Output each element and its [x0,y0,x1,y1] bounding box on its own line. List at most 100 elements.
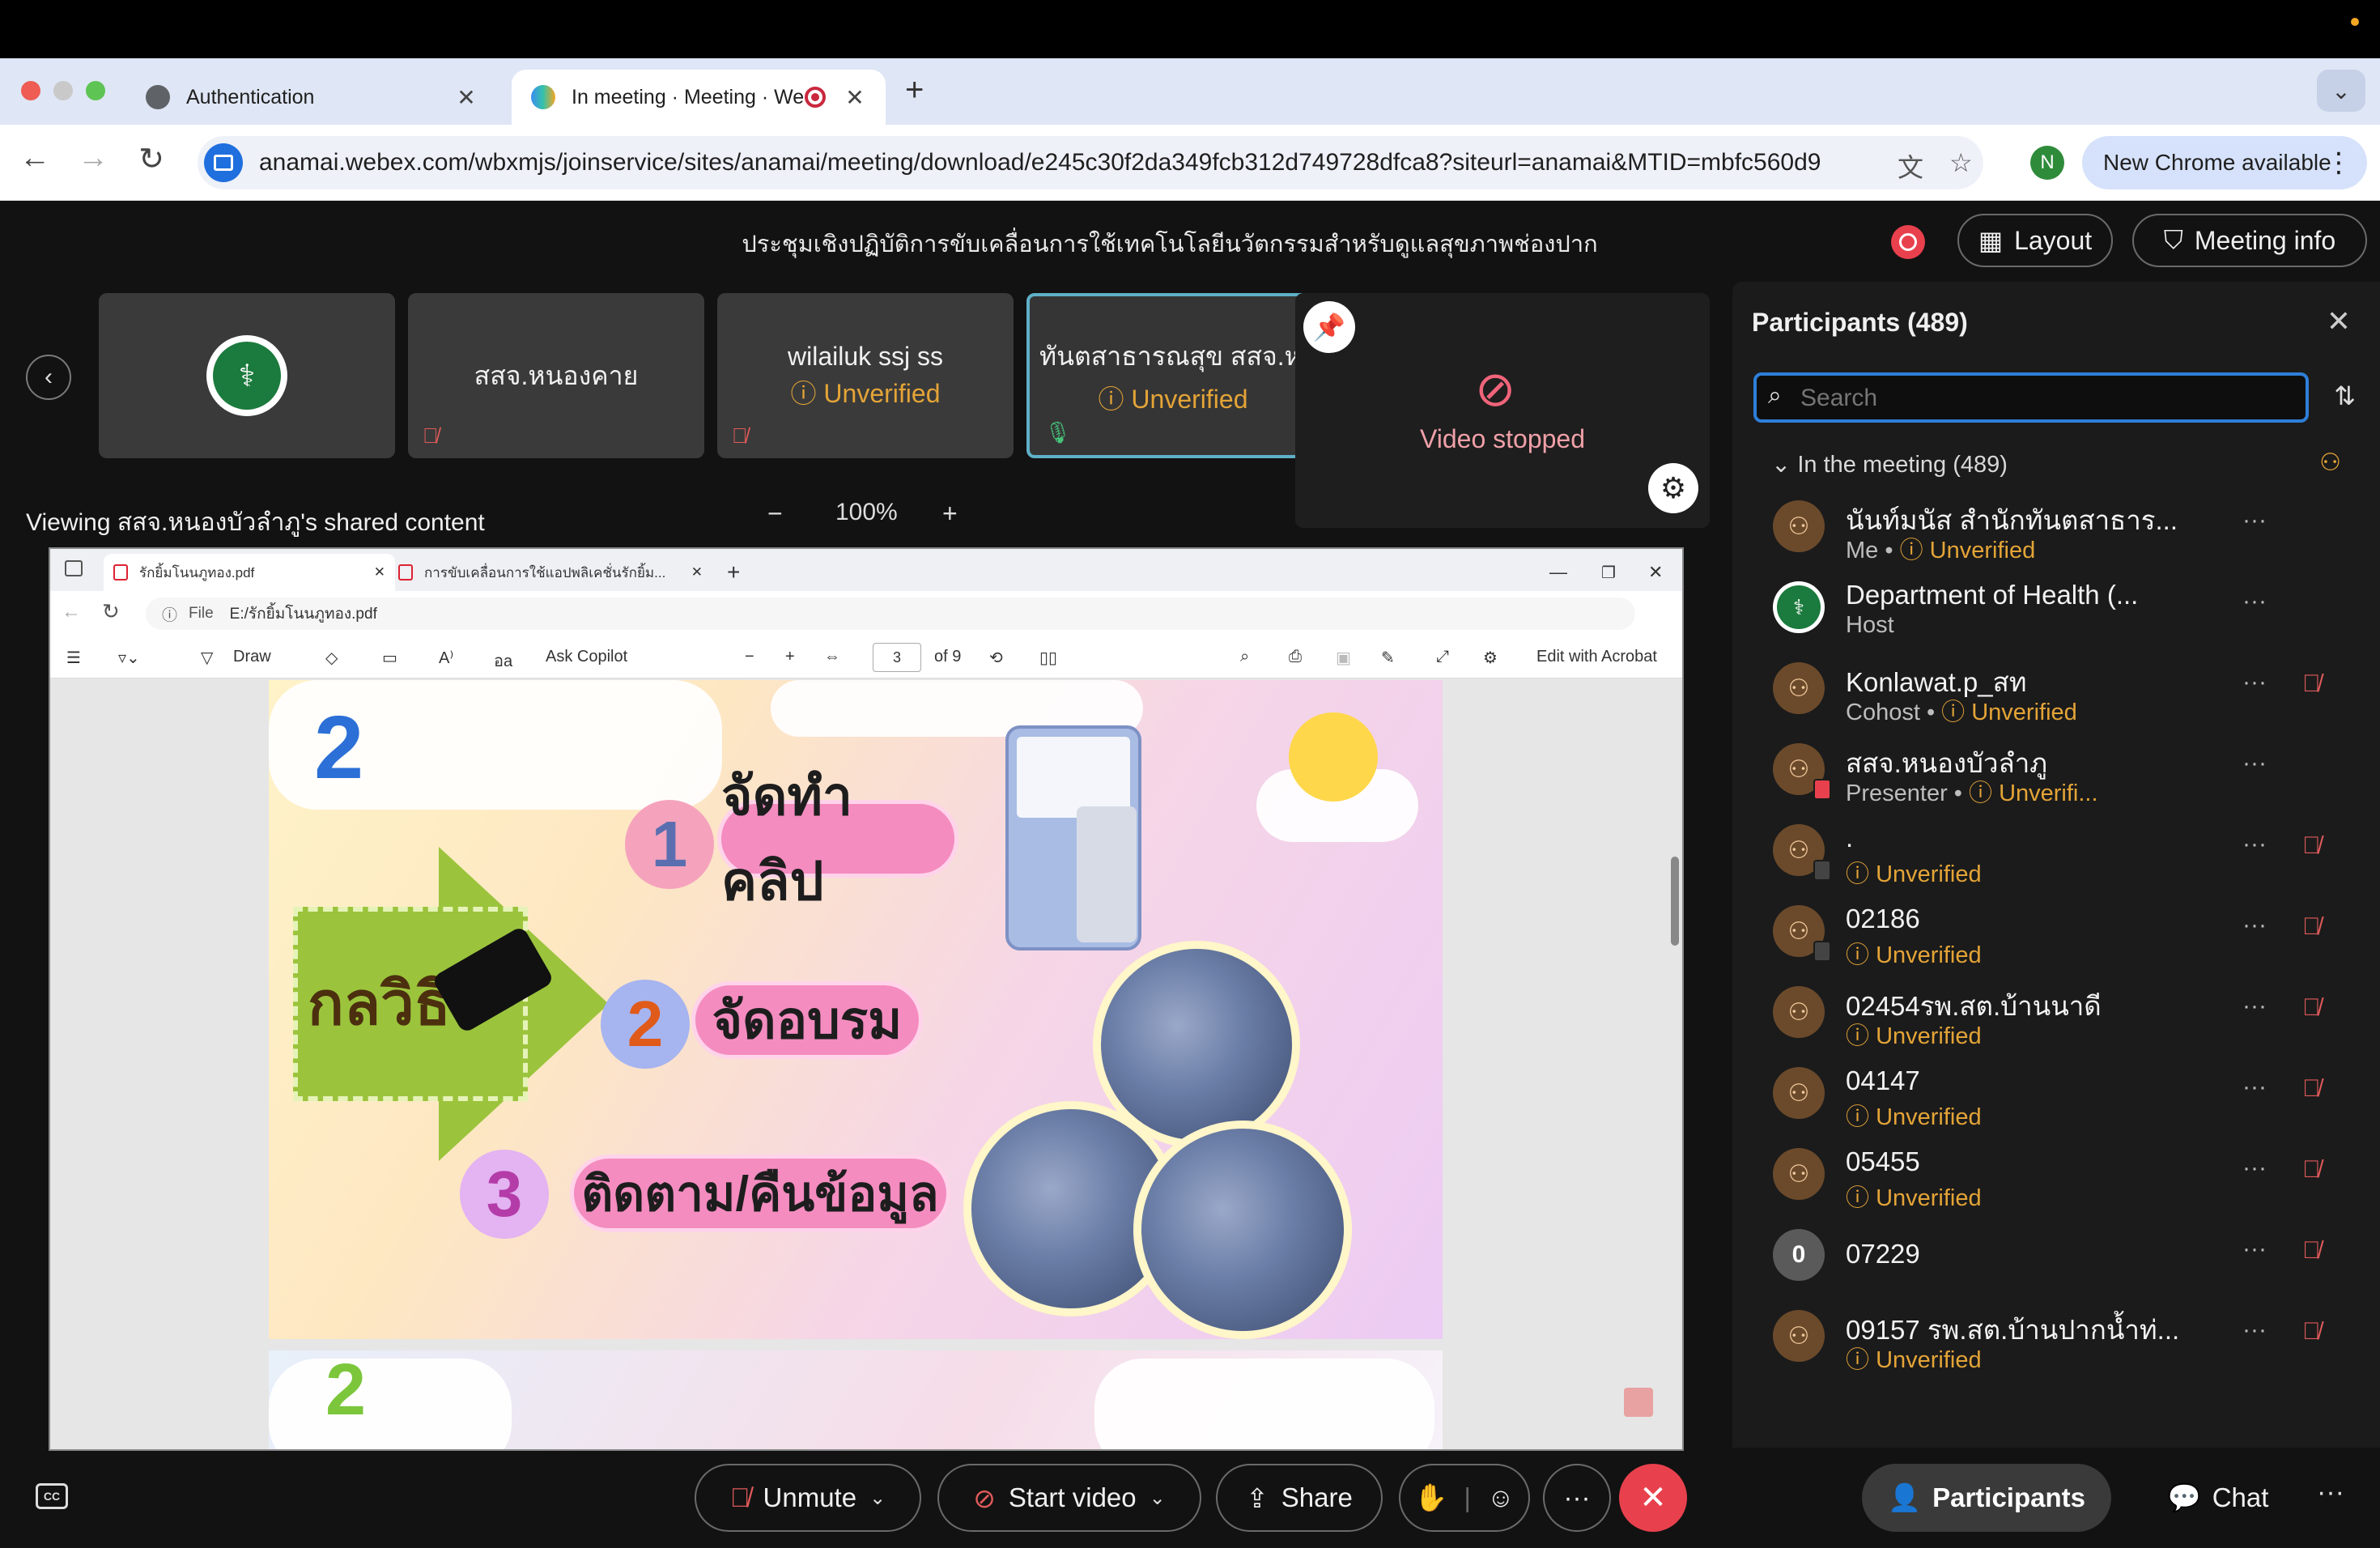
reload-button[interactable]: ↻ [131,141,172,177]
video-tile[interactable]: wilailuk ssj ss ⓘ Unverified 🎙̸ [717,293,1014,458]
zoom-in-button[interactable]: + [942,499,958,529]
chrome-menu-icon[interactable]: ⋮ [2325,147,2352,179]
participant-row[interactable]: ⚕ Department of Health (... Host ··· [1732,567,2380,648]
close-tab-icon[interactable]: ✕ [455,84,478,111]
mic-muted-icon: 🎙̸ [2302,1075,2321,1102]
tab-search-button[interactable]: ⌄ [2317,70,2365,112]
new-chrome-label: New Chrome available [2103,150,2331,175]
self-view-settings-icon[interactable]: ⚙ [1648,463,1698,513]
forward-button[interactable]: → [73,141,113,176]
participant-more-icon[interactable]: ··· [2242,1316,2267,1344]
participant-subtitle: ⓘ Unverified [1846,936,1982,970]
participant-row[interactable]: ⚇. ⓘ Unverified ··· 🎙̸ [1732,810,2380,891]
department-of-health-logo: ⚕ [206,335,287,416]
meeting-info-label: Meeting info [2194,225,2336,255]
layout-button[interactable]: ▦ Layout [1957,214,2113,267]
pin-icon[interactable]: 📌 [1303,301,1355,353]
admit-icon[interactable]: ⚇ [2319,449,2341,477]
video-tile-active[interactable]: ทันตสาธารณสุข สสจ.ห... ⓘ Unverified 🎙 [1026,293,1320,458]
close-tab-icon[interactable]: ✕ [844,84,866,111]
participant-more-icon[interactable]: ··· [2242,507,2267,534]
minimize-window-button[interactable] [53,81,73,100]
sort-icon[interactable]: ⇅ [2334,381,2356,411]
new-chrome-available-button[interactable]: New Chrome available ⋮ [2082,136,2367,189]
zoom-out-button[interactable]: − [767,499,783,529]
participant-more-icon[interactable]: ··· [2242,588,2267,615]
leave-meeting-button[interactable]: ✕ [1619,1464,1687,1532]
participant-more-icon[interactable]: ··· [2242,750,2267,777]
participant-row[interactable]: ⚇ 05455 ⓘ Unverified ··· 🎙̸ [1732,1133,2380,1214]
bookmark-star-icon[interactable]: ☆ [1949,147,1973,178]
share-icon: ⇪ [1246,1482,1269,1513]
participant-more-icon[interactable]: ··· [2242,912,2267,939]
pdf-icon [113,564,128,580]
chevron-down-icon[interactable]: ⌄ [1150,1486,1166,1510]
address-bar[interactable]: anamai.webex.com/wbxmjs/joinservice/site… [198,136,1983,189]
video-tile-logo[interactable]: ⚕ [99,293,395,458]
new-tab-button[interactable]: + [905,70,924,110]
participant-row[interactable]: ⚇ Konlawat.p_สท Cohost • ⓘ Unverified ··· 🎙̸ [1732,648,2380,729]
participant-row[interactable]: ⚇ 02186 ⓘ Unverified ··· 🎙̸ [1732,891,2380,972]
participant-more-icon[interactable]: ··· [2242,1235,2267,1263]
search-icon: ⌕ [1768,382,1782,409]
app-screenshot-illustration [1005,725,1141,950]
maximize-window-button[interactable] [86,81,105,100]
unmute-button[interactable]: 🎙̸ Unmute ⌄ [695,1464,921,1532]
shared-content[interactable]: รักยิ้มโนนภูทอง.pdf ✕ การขับเคลื่อนการใช… [49,547,1684,1451]
reactions-icon[interactable]: ☺ [1487,1482,1515,1513]
participant-row[interactable]: ⚇ สสจ.หนองบัวลำภู Presenter • ⓘ Unverifi..… [1732,729,2380,810]
more-panels-icon[interactable]: ··· [2317,1477,2344,1508]
site-camera-icon[interactable] [204,143,243,182]
cloud-decoration [1094,1359,1434,1449]
mic-muted-icon: 🎙̸ [2302,670,2321,697]
mic-active-icon: 🎙 [1044,420,1072,444]
participant-more-icon[interactable]: ··· [2242,993,2267,1020]
raise-hand-icon[interactable]: ✋ [1414,1482,1447,1514]
participant-row[interactable]: ⚇ 02454รพ.สต.บ้านนาดี ⓘ Unverified ··· 🎙̸ [1732,972,2380,1053]
participant-more-icon[interactable]: ··· [2242,831,2267,858]
mic-muted-icon: 🎙̸ [2302,994,2321,1021]
participants-tab-button[interactable]: 👤 Participants [1862,1464,2111,1532]
participant-row[interactable]: ⚇ นันท์มนัส สำนักทันตสาธาร... Me • ⓘ Unver… [1732,486,2380,567]
participant-row[interactable]: ⚇ 04147 ⓘ Unverified ··· 🎙̸ [1732,1053,2380,1133]
participant-more-icon[interactable]: ··· [2242,1074,2267,1101]
back-button[interactable]: ← [15,141,55,176]
recording-indicator-icon[interactable] [1891,225,1925,259]
participant-more-icon[interactable]: ··· [2242,669,2267,696]
participant-row[interactable]: 0 07229 ··· 🎙̸ [1732,1214,2380,1295]
shared-tab: การขับเคลื่อนการใช้แอปพลิเคชั่นรักยิ้ม..… [389,554,712,591]
person-avatar-icon: ⚇ [1773,1067,1825,1119]
group-header[interactable]: ⌄ In the meeting (489) [1771,450,2008,478]
screen: Authentication ✕ In meeting · Meeting · … [0,0,2380,1548]
participant-name: 02186 [1846,904,1920,933]
closed-captions-button[interactable]: CC [36,1483,68,1509]
chevron-down-icon[interactable]: ⌄ [869,1486,886,1510]
close-panel-icon[interactable]: ✕ [2327,304,2351,338]
participant-search[interactable]: ⌕ [1753,372,2309,423]
more-options-button[interactable]: ··· [1543,1464,1611,1532]
restore-icon: ❐ [1601,563,1616,582]
initial-avatar: 0 [1773,1229,1825,1281]
profile-avatar[interactable]: N [2030,146,2064,180]
participant-row[interactable]: ⚇ 09157 รพ.สต.บ้านปากน้ำท่... ⓘ Unverified… [1732,1295,2380,1376]
sun-decoration [1289,712,1378,802]
shared-browser-tabs: รักยิ้มโนนภูทอง.pdf ✕ การขับเคลื่อนการใช… [50,549,1682,591]
tile-status: ⓘ Unverified [790,378,941,408]
meeting-info-button[interactable]: ⛉ Meeting info [2132,214,2367,267]
translate-icon[interactable]: 文 [1898,147,1923,185]
chat-tab-button[interactable]: 💬 Chat [2137,1464,2299,1532]
browser-tab-meeting[interactable]: In meeting · Meeting · We ✕ [512,70,886,125]
search-input[interactable] [1800,382,2286,415]
start-video-button[interactable]: ⊘ Start video ⌄ [937,1464,1201,1532]
filmstrip-prev-button[interactable]: ‹ [26,355,71,400]
close-window-button[interactable] [21,81,40,100]
video-tile[interactable]: สสจ.หนองคาย 🎙̸ [408,293,704,458]
step-number: 3 [460,1150,549,1239]
share-button[interactable]: ⇪ Share [1216,1464,1383,1532]
tile-status: ⓘ Unverified [1098,384,1248,414]
browser-tab-authentication[interactable]: Authentication ✕ [126,70,497,125]
unverified-status: ⓘ Unverified [1899,538,2036,563]
participant-more-icon[interactable]: ··· [2242,1155,2267,1182]
status-dot [2351,18,2359,26]
back-icon: ← [62,601,81,623]
